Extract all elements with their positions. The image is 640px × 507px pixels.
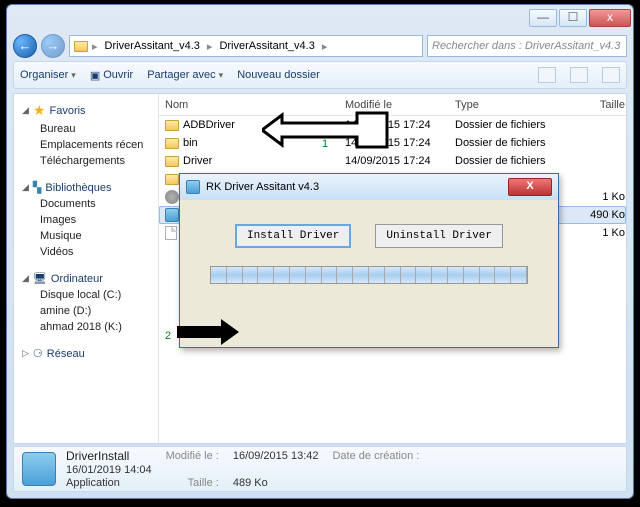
folder-icon bbox=[74, 41, 88, 52]
sidebar: ◢★Favoris Bureau Emplacements récen Télé… bbox=[14, 94, 159, 443]
sidebar-item-videos[interactable]: Vidéos bbox=[18, 244, 154, 260]
close-button[interactable]: x bbox=[589, 9, 631, 27]
rk-driver-dialog: RK Driver Assitant v4.3 X Install Driver… bbox=[179, 173, 559, 348]
breadcrumb[interactable]: ▸ DriverAssitant_v4.3 ▸ DriverAssitant_v… bbox=[69, 35, 423, 57]
table-row[interactable]: bin14/09/2015 17:24Dossier de fichiers bbox=[159, 134, 626, 152]
search-placeholder: Rechercher dans : DriverAssitant_v4.3 bbox=[432, 40, 620, 52]
sidebar-libraries[interactable]: ◢▚Bibliothèques bbox=[18, 179, 154, 196]
sidebar-item-downloads[interactable]: Téléchargements bbox=[18, 153, 154, 169]
uninstall-driver-button[interactable]: Uninstall Driver bbox=[375, 224, 503, 248]
footer-filename: DriverInstall bbox=[66, 449, 152, 463]
dialog-titlebar[interactable]: RK Driver Assitant v4.3 X bbox=[180, 174, 558, 200]
forward-button[interactable]: → bbox=[41, 34, 65, 58]
progress-bar bbox=[210, 266, 528, 284]
breadcrumb-item[interactable]: DriverAssitant_v4.3 bbox=[102, 40, 203, 52]
footer-created-label: Date de création : bbox=[332, 450, 419, 462]
breadcrumb-item[interactable]: DriverAssitant_v4.3 bbox=[216, 40, 317, 52]
new-folder-button[interactable]: Nouveau dossier bbox=[237, 69, 320, 81]
col-size[interactable]: Taille bbox=[575, 99, 625, 111]
file-type-icon bbox=[22, 452, 56, 486]
share-menu[interactable]: Partager avec▾ bbox=[147, 69, 223, 81]
sidebar-item-images[interactable]: Images bbox=[18, 212, 154, 228]
dialog-title: RK Driver Assitant v4.3 bbox=[206, 181, 319, 193]
organize-menu[interactable]: Organiser▾ bbox=[20, 69, 76, 81]
sidebar-item-music[interactable]: Musique bbox=[18, 228, 154, 244]
table-row[interactable]: ADBDriver14/09/2015 17:24Dossier de fich… bbox=[159, 116, 626, 134]
sidebar-computer[interactable]: ◢🖥Ordinateur bbox=[18, 270, 154, 287]
col-type[interactable]: Type bbox=[455, 99, 575, 111]
sidebar-network[interactable]: ▷⚆Réseau bbox=[18, 345, 154, 362]
view-icon[interactable] bbox=[538, 67, 556, 83]
app-icon bbox=[186, 180, 200, 194]
minimize-button[interactable]: — bbox=[529, 9, 557, 27]
sidebar-item-drive-c[interactable]: Disque local (C:) bbox=[18, 287, 154, 303]
titlebar: — ☐ x bbox=[7, 5, 633, 31]
explorer-window: — ☐ x ← → ▸ DriverAssitant_v4.3 ▸ Driver… bbox=[6, 4, 634, 499]
footer-modified-label: Modifié le : bbox=[166, 450, 219, 462]
address-bar: ← → ▸ DriverAssitant_v4.3 ▸ DriverAssita… bbox=[13, 31, 627, 61]
table-row[interactable]: Driver14/09/2015 17:24Dossier de fichier… bbox=[159, 152, 626, 170]
col-name[interactable]: Nom bbox=[165, 99, 345, 111]
open-button[interactable]: ▣Ouvrir bbox=[90, 69, 133, 82]
sidebar-item-recent[interactable]: Emplacements récen bbox=[18, 137, 154, 153]
sidebar-item-drive-k[interactable]: ahmad 2018 (K:) bbox=[18, 319, 154, 335]
toolbar: Organiser▾ ▣Ouvrir Partager avec▾ Nouvea… bbox=[13, 61, 627, 89]
footer-created: 16/01/2019 14:04 bbox=[66, 464, 152, 476]
sidebar-favorites[interactable]: ◢★Favoris bbox=[18, 100, 154, 121]
footer-size-label: Taille : bbox=[166, 477, 219, 489]
back-button[interactable]: ← bbox=[13, 34, 37, 58]
details-pane: DriverInstall Modifié le : 16/09/2015 13… bbox=[13, 446, 627, 492]
install-driver-button[interactable]: Install Driver bbox=[235, 224, 351, 248]
sidebar-item-drive-d[interactable]: amine (D:) bbox=[18, 303, 154, 319]
maximize-button[interactable]: ☐ bbox=[559, 9, 587, 27]
preview-pane-icon[interactable] bbox=[570, 67, 588, 83]
help-icon[interactable] bbox=[602, 67, 620, 83]
footer-size: 489 Ko bbox=[233, 477, 319, 489]
col-modified[interactable]: Modifié le bbox=[345, 99, 455, 111]
footer-type: Application bbox=[66, 477, 152, 489]
column-headers[interactable]: Nom Modifié le Type Taille bbox=[159, 94, 626, 116]
footer-modified: 16/09/2015 13:42 bbox=[233, 450, 319, 462]
sidebar-item-desktop[interactable]: Bureau bbox=[18, 121, 154, 137]
search-input[interactable]: Rechercher dans : DriverAssitant_v4.3 bbox=[427, 35, 627, 57]
dialog-close-button[interactable]: X bbox=[508, 178, 552, 196]
sidebar-item-documents[interactable]: Documents bbox=[18, 196, 154, 212]
